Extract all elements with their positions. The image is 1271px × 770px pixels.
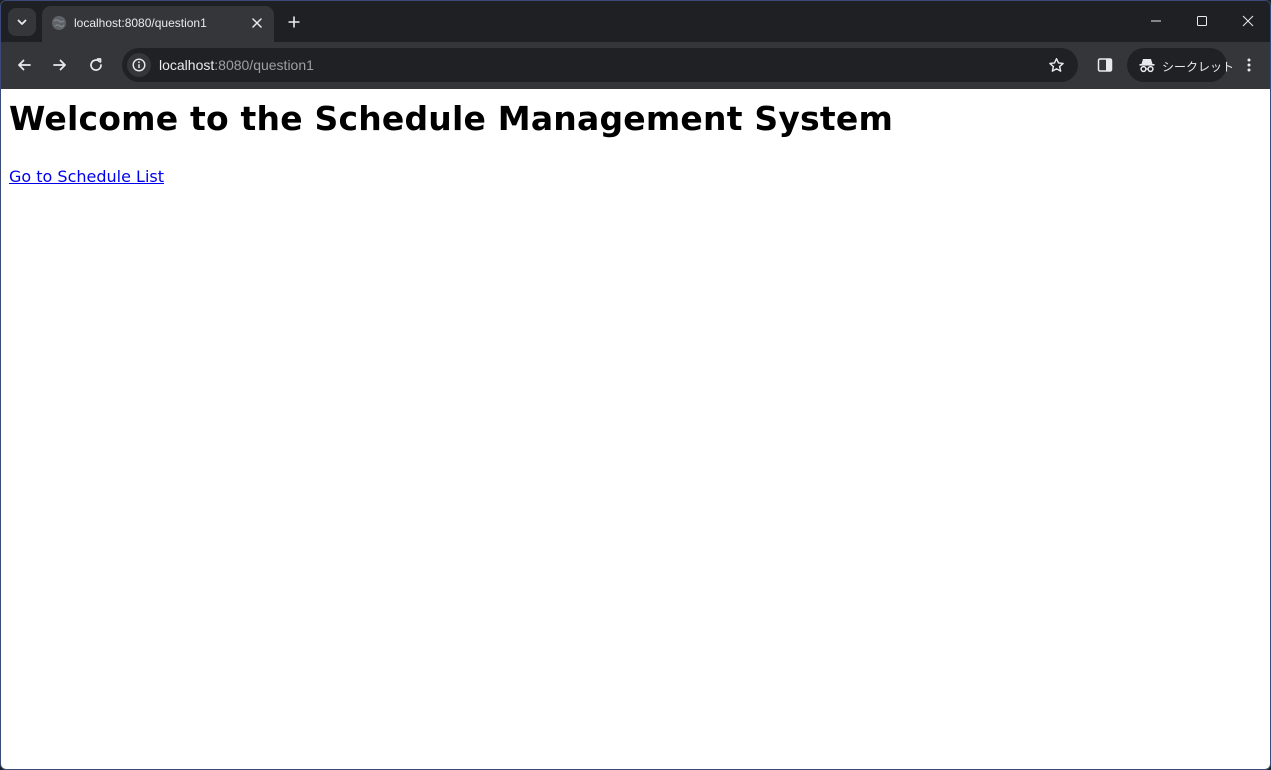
browser-toolbar: localhost:8080/question1 シークレット (1, 42, 1270, 89)
maximize-icon (1197, 16, 1207, 26)
back-button[interactable] (9, 50, 39, 80)
close-icon (1242, 15, 1254, 27)
url-path: :8080/question1 (214, 57, 314, 73)
page-content: Welcome to the Schedule Management Syste… (1, 89, 1270, 769)
close-window-button[interactable] (1226, 7, 1270, 35)
url-text[interactable]: localhost:8080/question1 (159, 57, 314, 73)
incognito-indicator[interactable]: シークレット (1127, 48, 1234, 82)
reload-icon (90, 58, 102, 71)
site-info-button[interactable] (127, 53, 151, 77)
chevron-down-icon (17, 19, 27, 25)
incognito-icon (1139, 59, 1155, 73)
side-panel-button[interactable] (1090, 50, 1120, 80)
tab-title: localhost:8080/question1 (74, 16, 207, 30)
tab-strip: localhost:8080/question1 (1, 1, 1270, 42)
globe-icon (52, 16, 66, 30)
tab-active[interactable]: localhost:8080/question1 (42, 6, 274, 42)
menu-button[interactable] (1234, 50, 1264, 80)
schedule-list-link[interactable]: Go to Schedule List (9, 167, 164, 186)
info-icon (132, 58, 146, 72)
bookmark-button[interactable] (1046, 55, 1066, 75)
incognito-label: シークレット (1162, 60, 1235, 74)
reload-button[interactable] (81, 50, 111, 80)
arrow-right-icon (53, 59, 66, 71)
side-panel-icon (1097, 58, 1113, 72)
minimize-button[interactable] (1134, 7, 1178, 35)
maximize-button[interactable] (1180, 7, 1224, 35)
plus-icon (288, 16, 300, 28)
forward-button[interactable] (45, 50, 75, 80)
kebab-menu-icon (1247, 58, 1251, 72)
minimize-icon (1151, 20, 1161, 22)
arrow-left-icon (18, 59, 31, 71)
star-icon (1048, 57, 1064, 72)
new-tab-button[interactable] (283, 11, 305, 33)
page-title: Welcome to the Schedule Management Syste… (9, 99, 894, 138)
address-bar[interactable]: localhost:8080/question1 (122, 48, 1078, 82)
tab-close-button[interactable] (248, 14, 266, 32)
browser-window: localhost:8080/question1 localhost:8080/… (0, 0, 1271, 770)
url-host: localhost (159, 57, 215, 73)
tab-search-button[interactable] (8, 8, 36, 36)
close-icon (252, 18, 262, 28)
